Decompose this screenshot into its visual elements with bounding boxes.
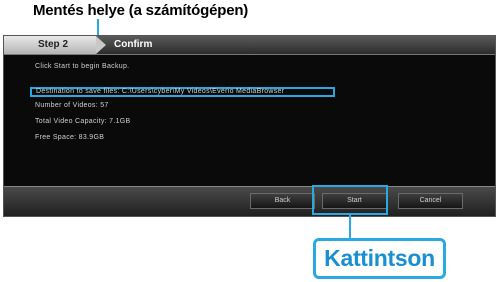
- save-location-callout: Mentés helye (a számítógépen): [33, 2, 249, 19]
- start-button-highlight: [312, 185, 388, 215]
- wizard-top-bar: Step 2 Confirm: [4, 36, 495, 55]
- step-arrow-icon: [96, 36, 106, 54]
- destination-highlight: Destination to save files: C:\Users\cybe…: [30, 87, 335, 97]
- video-count-text: Number of Videos: 57: [35, 102, 109, 109]
- free-space-text: Free Space: 83.9GB: [35, 134, 105, 141]
- step-label: Step 2: [38, 39, 69, 50]
- video-capacity-text: Total Video Capacity: 7.1GB: [35, 118, 131, 125]
- step-indicator: Step 2: [4, 36, 96, 54]
- click-callout: Kattintson: [313, 238, 446, 279]
- backup-wizard-window: Step 2 Confirm Click Start to begin Back…: [3, 35, 496, 217]
- wizard-bottom-bar: Back Start Cancel: [4, 186, 495, 216]
- destination-path-text: Destination to save files: C:\Users\cybe…: [36, 88, 285, 95]
- instruction-text: Click Start to begin Backup.: [35, 63, 130, 70]
- breadcrumb-confirm: Confirm: [114, 39, 153, 50]
- cancel-button[interactable]: Cancel: [398, 193, 463, 209]
- back-button[interactable]: Back: [250, 193, 315, 209]
